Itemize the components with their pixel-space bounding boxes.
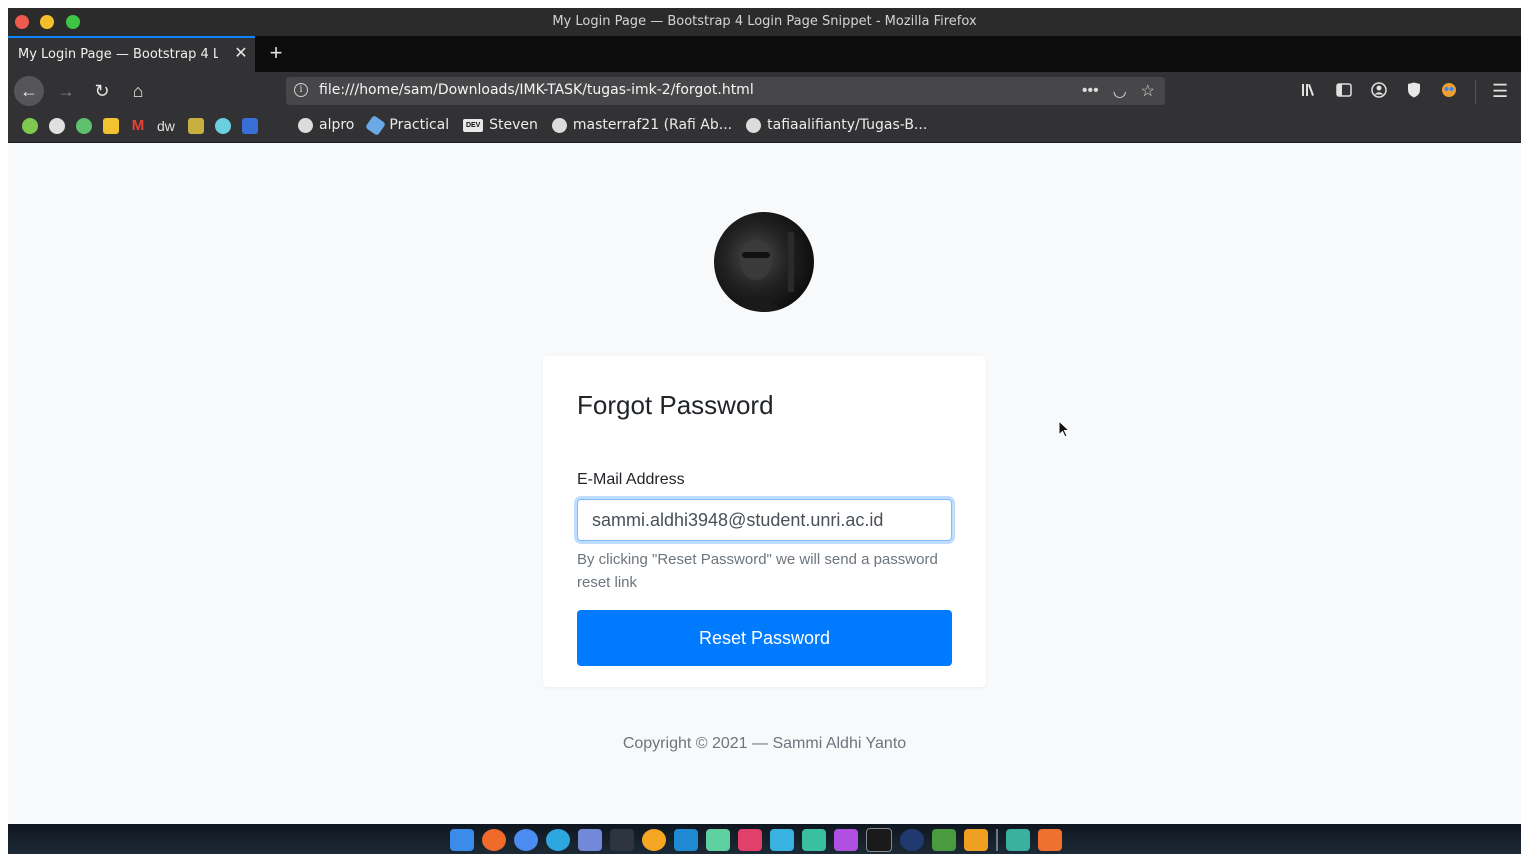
page-actions-icon[interactable]: ••• [1082,82,1099,100]
datagrip-icon[interactable] [802,829,826,851]
bookmark-label: tafiaalifianty/Tugas-B... [767,117,928,133]
desktop-dock [8,824,1521,854]
url-actions: ••• ◡ ☆ [1082,80,1155,102]
files-icon[interactable] [1006,829,1030,851]
question-bookmark-icon[interactable] [188,118,204,134]
bookmarks-toolbar: M dw alpro Practical DEV Steven masterra… [8,110,1521,143]
bookmark-list: alpro Practical DEV Steven masterraf21 (… [298,114,927,136]
dock-icons [450,828,1062,852]
page-content: Forgot Password E-Mail Address By clicki… [8,143,1521,824]
goland-icon[interactable] [706,829,730,851]
email-field[interactable] [577,499,952,541]
window-titlebar: My Login Page — Bootstrap 4 Login Page S… [8,8,1521,36]
infinity-bookmark-icon[interactable] [242,118,258,134]
bookmark-label: Steven [489,117,538,133]
forgot-password-card: Forgot Password E-Mail Address By clicki… [543,356,986,687]
github-icon [551,117,567,133]
avatar [714,212,814,312]
store-icon[interactable] [1038,829,1062,851]
pocket-icon[interactable]: ◡ [1113,81,1127,101]
back-button[interactable]: ← [14,76,44,106]
url-bar[interactable]: i file:///home/sam/Downloads/IMK-TASK/tu… [286,77,1165,105]
url-text[interactable]: file:///home/sam/Downloads/IMK-TASK/tuga… [319,82,754,98]
rocket-icon [365,114,387,136]
forward-button[interactable]: → [51,76,81,106]
webstorm-icon[interactable] [770,829,794,851]
android-bookmark-icon[interactable] [76,118,92,134]
bookmark-label: masterraf21 (Rafi Ab... [572,117,733,133]
new-tab-button[interactable]: + [264,41,288,65]
finder-icon[interactable] [450,829,474,851]
home-button[interactable]: ⌂ [123,76,153,106]
card-title: Forgot Password [577,390,774,420]
phpstorm-icon[interactable] [834,829,858,851]
github-bookmark-icon[interactable] [49,118,65,134]
reset-password-button[interactable]: Reset Password [577,610,952,666]
bookmark-label: alpro [319,117,355,133]
bookmark-label: Practical [389,117,450,133]
sheets-icon[interactable] [964,829,988,851]
bookmark-item[interactable]: Practical [365,114,450,136]
email-label: E-Mail Address [577,471,685,488]
navigation-toolbar: ← → ↻ ⌂ i file:///home/sam/Downloads/IMK… [8,72,1521,110]
shield-icon[interactable] [1405,81,1423,99]
library-icon[interactable] [1300,81,1318,99]
toolbar-separator [1475,80,1476,104]
dw-bookmark-icon[interactable]: dw [157,118,177,134]
eclipse-icon[interactable] [900,829,924,851]
screen: My Login Page — Bootstrap 4 Login Page S… [8,8,1521,854]
sidebar-icon[interactable] [1335,81,1353,99]
mouse-cursor-icon [1058,420,1071,438]
bookmark-item[interactable]: masterraf21 (Rafi Ab... [551,117,733,133]
window-title: My Login Page — Bootstrap 4 Login Page S… [552,14,977,29]
tab-label: My Login Page — Bootstrap 4 L [18,47,218,62]
telegram-icon[interactable] [546,829,570,851]
tab-strip: My Login Page — Bootstrap 4 L ✕ + [8,36,1521,72]
gmail-bookmark-icon[interactable]: M [130,118,146,134]
help-text: By clicking "Reset Password" we will sen… [577,551,938,591]
terminal-icon[interactable] [610,829,634,851]
sublime-icon[interactable] [642,829,666,851]
hexagon-bookmark-icon[interactable] [215,118,231,134]
reload-button[interactable]: ↻ [87,76,117,106]
extension-icon[interactable] [1440,81,1458,99]
bookmark-star-icon[interactable]: ☆ [1141,81,1155,101]
open-menu-icon[interactable]: ☰ [1492,81,1508,102]
github-icon [298,117,313,133]
bookmark-item[interactable]: tafiaalifianty/Tugas-B... [746,117,927,133]
dev-icon: DEV [463,118,484,132]
account-icon[interactable] [1370,81,1388,99]
chrome-icon[interactable] [514,829,538,851]
firefox-icon[interactable] [482,829,506,851]
site-info-icon[interactable]: i [294,83,308,97]
discord-icon[interactable] [578,829,602,851]
vscode-icon[interactable] [674,829,698,851]
bookmark-item[interactable]: alpro [298,117,354,133]
github-icon [746,117,762,133]
image-bookmark-icon[interactable] [103,118,119,134]
leaf-bookmark-icon[interactable] [22,118,38,134]
bookmark-icon-group: M dw [22,118,258,134]
mongodb-icon[interactable] [932,829,956,851]
toolbar-icons [1300,81,1458,99]
tab-close-icon[interactable]: ✕ [231,44,251,64]
bookmark-item[interactable]: DEV Steven [463,117,538,133]
intellij-icon[interactable] [738,829,762,851]
tab-active[interactable]: My Login Page — Bootstrap 4 L ✕ [8,36,255,72]
footer-copyright: Copyright © 2021 — Sammi Aldhi Yanto [622,735,907,752]
jetbrains-icon[interactable] [866,828,892,852]
dock-separator [996,829,998,851]
